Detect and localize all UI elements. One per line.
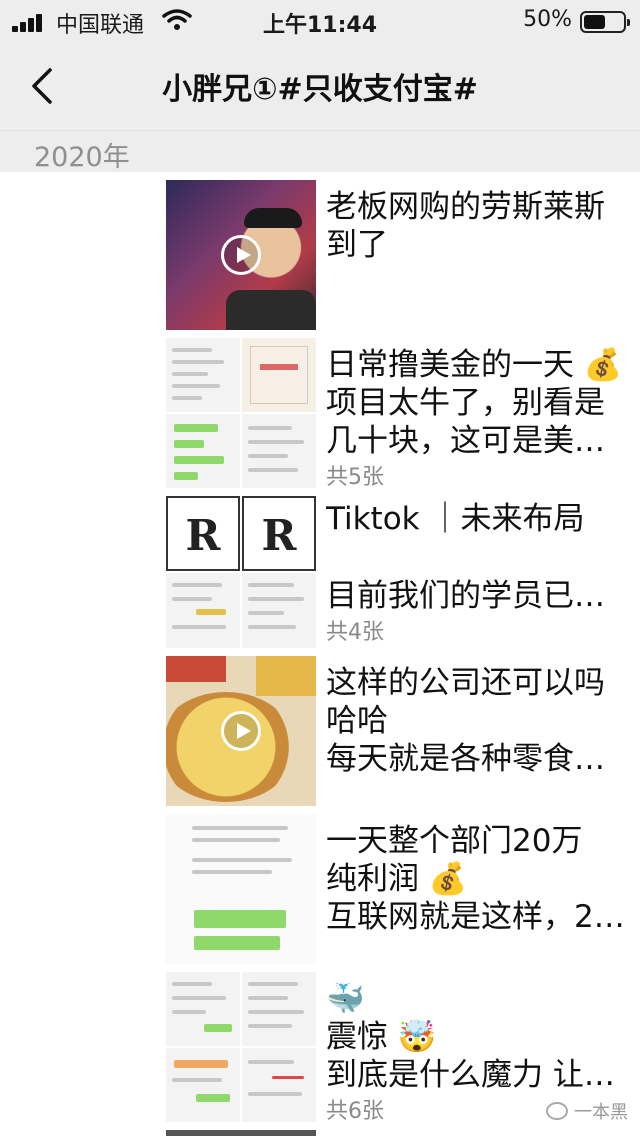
moment-post[interactable]: 这样的公司还可以吗 哈哈 每天就是各种零食… [166, 656, 640, 808]
battery-icon [580, 11, 630, 33]
rr-logo-image: R [242, 496, 316, 571]
video-thumbnail[interactable] [166, 656, 316, 806]
chat-screenshot-thumbnail[interactable] [166, 814, 316, 964]
post-text-line: Tiktok ｜未来布局 [326, 501, 585, 537]
play-icon [221, 711, 261, 751]
video-thumbnail[interactable] [166, 180, 316, 330]
rr-logo-image: R [166, 496, 240, 571]
nav-bar: 小胖兄①#只收支付宝# [0, 42, 640, 130]
post-text-line: 一天整个部门20万 [326, 823, 583, 859]
image-count: 共5张 [326, 465, 384, 490]
moment-post[interactable]: R R Tiktok ｜未来布局 [166, 496, 640, 571]
moment-post[interactable]: 目前我们的学员已… 共4张 [166, 573, 640, 648]
image-grid-thumbnail[interactable] [166, 573, 316, 648]
post-text-line: 纯利润 💰 [326, 861, 468, 897]
play-icon [221, 235, 261, 275]
watermark-text: 一本黑 [574, 1102, 628, 1123]
battery-percent: 50% [523, 7, 572, 32]
moment-post[interactable]: 老板网购的劳斯莱斯 到了 [166, 180, 640, 332]
watermark: 一本黑 [546, 1098, 628, 1124]
post-text-line: 震惊 🤯 [326, 1019, 437, 1055]
moment-post-partial[interactable] [166, 1130, 640, 1136]
post-text-line: 哈哈 [326, 703, 388, 739]
year-band: 2020年 [0, 130, 640, 173]
year-label: 2020年 [34, 142, 130, 173]
post-text-line: 🐳 [326, 981, 365, 1017]
moments-feed[interactable]: 老板网购的劳斯莱斯 到了 日常撸美金的一天 💰 项目太牛了，别看是 几十块，这可… [0, 172, 640, 1136]
post-text-line: 几十块，这可是美… [326, 423, 605, 459]
moment-post[interactable]: 日常撸美金的一天 💰 项目太牛了，别看是 几十块，这可是美… 共5张 [166, 338, 640, 490]
status-bar: 中国联通 上午11:44 50% [0, 0, 640, 42]
moment-post[interactable]: 一天整个部门20万 纯利润 💰 互联网就是这样，2… [166, 814, 640, 966]
image-grid-thumbnail[interactable] [166, 972, 316, 1122]
image-count: 共4张 [326, 620, 384, 645]
header-area: 中国联通 上午11:44 50% 小胖兄①#只收支付宝# [0, 0, 640, 130]
post-text-line: 项目太牛了，别看是 [326, 385, 605, 421]
image-grid-thumbnail[interactable]: R R [166, 496, 316, 571]
post-text-line: 每天就是各种零食… [326, 741, 605, 777]
post-text-line: 这样的公司还可以吗 [326, 665, 605, 701]
wechat-icon [546, 1102, 568, 1120]
post-text-line: 到了 [326, 227, 388, 263]
post-text-line: 到底是什么魔力 让… [326, 1057, 615, 1093]
post-text-line: 日常撸美金的一天 💰 [326, 347, 623, 383]
post-text-line: 目前我们的学员已… [326, 578, 605, 614]
image-grid-thumbnail[interactable] [166, 338, 316, 488]
post-text-line: 老板网购的劳斯莱斯 [326, 189, 605, 225]
post-text-line: 互联网就是这样，2… [326, 899, 625, 935]
page-title: 小胖兄①#只收支付宝# [162, 72, 478, 107]
